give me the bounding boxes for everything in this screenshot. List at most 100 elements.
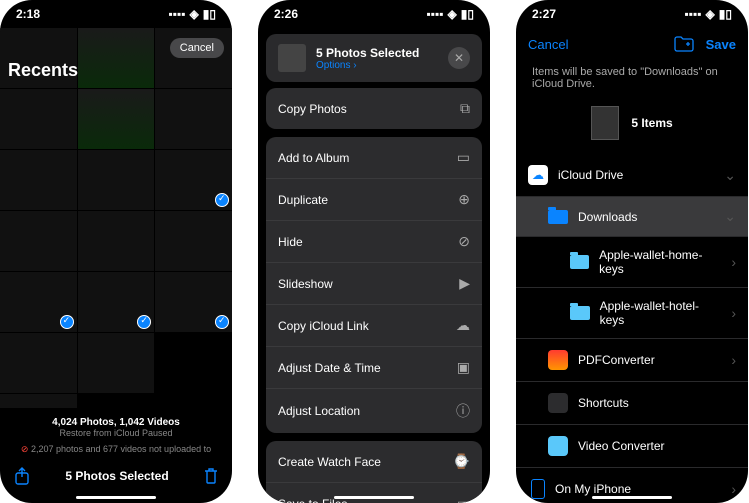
selected-check-icon: [215, 193, 229, 207]
photo-thumb: [155, 333, 232, 393]
restore-status: Restore from iCloud Paused: [4, 428, 228, 438]
status-time: 2:26: [274, 7, 298, 21]
folder-icon: [570, 306, 590, 320]
copy-photos-action[interactable]: Copy Photos⧉: [266, 88, 482, 129]
selected-check-icon: [60, 315, 74, 329]
status-indicators: ▪▪▪▪ ◈ ▮▯: [427, 7, 474, 21]
chevron-right-icon: ›: [731, 481, 736, 497]
photo-thumb: [155, 394, 232, 408]
cancel-button[interactable]: Cancel: [528, 37, 568, 52]
photo-thumb[interactable]: [0, 211, 77, 271]
hide-action[interactable]: Hide⊘: [266, 221, 482, 263]
photo-thumb[interactable]: [0, 89, 77, 149]
location-wallet-home[interactable]: Apple-wallet-home-keys ›: [516, 237, 748, 288]
photo-grid[interactable]: [0, 28, 232, 408]
location-downloads[interactable]: Downloads ⌄: [516, 197, 748, 237]
home-indicator[interactable]: [76, 496, 156, 499]
items-summary: 5 Items: [516, 96, 748, 154]
folder-icon: [548, 210, 568, 224]
photo-thumb[interactable]: [0, 333, 77, 393]
chevron-right-icon: ›: [731, 254, 736, 270]
calendar-icon: ▣: [457, 359, 470, 376]
photo-thumb[interactable]: [78, 211, 155, 271]
watch-icon: ⌚: [453, 453, 470, 470]
close-button[interactable]: ✕: [448, 47, 470, 69]
save-destination-info: Items will be saved to "Downloads" on iC…: [516, 60, 748, 96]
photo-thumb[interactable]: [0, 272, 77, 332]
photo-stack-icon: [278, 44, 306, 72]
signal-icon: ▪▪▪▪: [169, 7, 186, 21]
notch: [334, 0, 414, 18]
trash-icon[interactable]: [204, 468, 218, 484]
save-button[interactable]: Save: [706, 37, 736, 52]
app-icon: [548, 436, 568, 456]
hide-icon: ⊘: [458, 233, 470, 250]
play-icon: ▶: [459, 275, 470, 292]
photo-thumb[interactable]: [78, 333, 155, 393]
status-time: 2:18: [16, 7, 40, 21]
photo-thumb[interactable]: [155, 150, 232, 210]
location-wallet-hotel[interactable]: Apple-wallet-hotel-keys ›: [516, 288, 748, 339]
location-icloud[interactable]: ☁ iCloud Drive ⌄: [516, 154, 748, 197]
selected-check-icon: [137, 315, 151, 329]
new-folder-icon[interactable]: [674, 36, 694, 52]
share-title: 5 Photos Selected: [316, 46, 438, 60]
photo-thumb[interactable]: [78, 272, 155, 332]
share-header: 5 Photos Selected Options › ✕: [266, 34, 482, 82]
adjust-location-action[interactable]: Adjust Locationⓘ: [266, 389, 482, 433]
location-pdfconverter[interactable]: PDFConverter ›: [516, 339, 748, 382]
wifi-icon: ◈: [190, 7, 199, 21]
location-list: ☁ iCloud Drive ⌄ Downloads ⌄ Apple-walle…: [516, 154, 748, 503]
album-title: Recents: [8, 60, 78, 81]
photo-thumb[interactable]: [155, 89, 232, 149]
cloud-icon: ☁: [456, 317, 470, 334]
home-indicator[interactable]: [334, 496, 414, 499]
phone-share-sheet: 2:26 ▪▪▪▪ ◈ ▮▯ 5 Photos Selected Options…: [258, 0, 490, 503]
location-video-converter[interactable]: Video Converter: [516, 425, 748, 468]
document-stack-icon: [591, 106, 619, 140]
photo-thumb[interactable]: [155, 211, 232, 271]
iphone-icon: [531, 479, 545, 499]
photo-thumb[interactable]: [0, 150, 77, 210]
app-icon: [548, 350, 568, 370]
items-count: 5 Items: [631, 116, 672, 130]
signal-icon: ▪▪▪▪: [427, 7, 444, 21]
battery-icon: ▮▯: [203, 7, 216, 21]
photo-thumb[interactable]: [78, 89, 155, 149]
phone-files-picker: 2:27 ▪▪▪▪ ◈ ▮▯ Cancel Save Items will be…: [516, 0, 748, 503]
watch-face-action[interactable]: Create Watch Face⌚: [266, 441, 482, 483]
location-shortcuts[interactable]: Shortcuts: [516, 382, 748, 425]
home-indicator[interactable]: [592, 496, 672, 499]
status-time: 2:27: [532, 7, 556, 21]
status-indicators: ▪▪▪▪ ◈ ▮▯: [169, 7, 216, 21]
app-icon: [548, 393, 568, 413]
chevron-right-icon: ›: [731, 305, 736, 321]
photo-thumb: [78, 394, 155, 408]
album-icon: ▭: [457, 149, 470, 166]
selected-check-icon: [215, 315, 229, 329]
library-count: 4,024 Photos, 1,042 Videos: [4, 417, 228, 428]
location-icon: ⓘ: [456, 401, 470, 421]
slideshow-action[interactable]: Slideshow▶: [266, 263, 482, 305]
icloud-icon: ☁: [528, 165, 548, 185]
wifi-icon: ◈: [706, 7, 715, 21]
phone-photos-select: 2:18 ▪▪▪▪ ◈ ▮▯ Recents Cancel: [0, 0, 232, 503]
copy-icloud-action[interactable]: Copy iCloud Link☁: [266, 305, 482, 347]
signal-icon: ▪▪▪▪: [685, 7, 702, 21]
chevron-down-icon: ⌄: [724, 208, 736, 225]
wifi-icon: ◈: [448, 7, 457, 21]
photo-thumb[interactable]: [0, 394, 77, 408]
adjust-date-action[interactable]: Adjust Date & Time▣: [266, 347, 482, 389]
add-to-album-action[interactable]: Add to Album▭: [266, 137, 482, 179]
save-files-action[interactable]: Save to Files▭: [266, 483, 482, 503]
options-button[interactable]: Options ›: [316, 60, 438, 71]
duplicate-action[interactable]: Duplicate⊕: [266, 179, 482, 221]
notch: [592, 0, 672, 18]
folder-icon: [570, 255, 589, 269]
share-icon[interactable]: [14, 467, 30, 485]
chevron-right-icon: ›: [731, 352, 736, 368]
cancel-button[interactable]: Cancel: [170, 38, 224, 58]
photo-thumb[interactable]: [155, 272, 232, 332]
photo-thumb[interactable]: [78, 150, 155, 210]
chevron-down-icon: ⌄: [724, 167, 736, 184]
